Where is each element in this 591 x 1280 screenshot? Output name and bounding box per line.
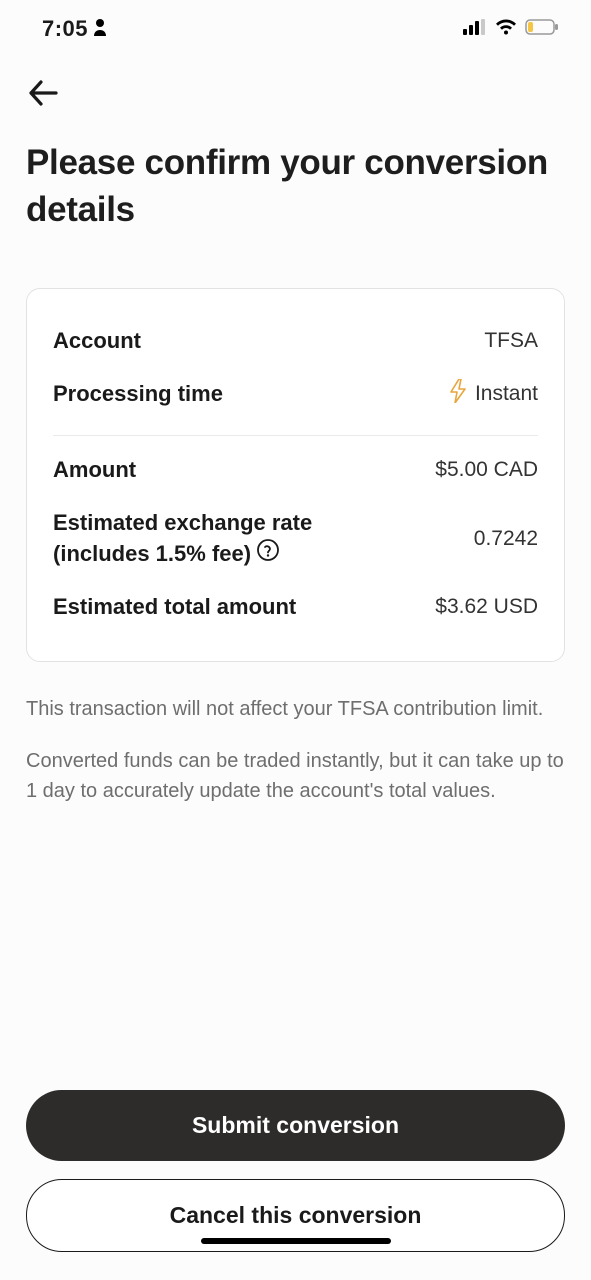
lightning-icon	[449, 379, 467, 409]
rate-label-line2-group: (includes 1.5% fee)	[53, 539, 312, 569]
row-processing-time: Processing time Instant	[53, 367, 538, 421]
help-icon[interactable]	[257, 539, 279, 569]
processing-value-group: Instant	[449, 379, 538, 409]
disclaimer-tfsa: This transaction will not affect your TF…	[26, 694, 565, 724]
submit-button[interactable]: Submit conversion	[26, 1090, 565, 1161]
disclaimer-processing: Converted funds can be traded instantly,…	[26, 746, 565, 806]
rate-label-line2: (includes 1.5% fee)	[53, 540, 251, 569]
total-value: $3.62 USD	[435, 595, 538, 619]
main-content: Please confirm your conversion details A…	[0, 121, 591, 806]
amount-value: $5.00 CAD	[435, 458, 538, 482]
row-amount: Amount $5.00 CAD	[53, 444, 538, 497]
processing-value: Instant	[475, 382, 538, 406]
account-label: Account	[53, 327, 141, 356]
cellular-icon	[463, 19, 487, 40]
row-estimated-total: Estimated total amount $3.62 USD	[53, 581, 538, 634]
back-button[interactable]	[28, 93, 58, 110]
row-account: Account TFSA	[53, 315, 538, 368]
nav-back-region	[0, 54, 591, 121]
status-indicators	[463, 19, 559, 40]
account-value: TFSA	[484, 329, 538, 353]
amount-label: Amount	[53, 456, 136, 485]
page-title: Please confirm your conversion details	[26, 139, 565, 234]
home-indicator[interactable]	[201, 1238, 391, 1244]
row-exchange-rate: Estimated exchange rate (includes 1.5% f…	[53, 497, 538, 581]
status-time-group: 7:05	[42, 16, 108, 42]
status-bar: 7:05	[0, 0, 591, 54]
arrow-left-icon	[28, 80, 58, 106]
processing-label: Processing time	[53, 380, 223, 409]
battery-icon	[525, 19, 559, 40]
rate-value: 0.7242	[474, 527, 538, 551]
conversion-details-card: Account TFSA Processing time Instant Amo…	[26, 288, 565, 663]
status-time: 7:05	[42, 16, 88, 42]
rate-label-group: Estimated exchange rate (includes 1.5% f…	[53, 509, 312, 569]
wifi-icon	[495, 19, 517, 40]
footer-actions: Submit conversion Cancel this conversion	[0, 1090, 591, 1252]
card-divider	[53, 435, 538, 436]
person-icon	[92, 16, 108, 42]
rate-label-line1: Estimated exchange rate	[53, 509, 312, 538]
total-label: Estimated total amount	[53, 593, 296, 622]
